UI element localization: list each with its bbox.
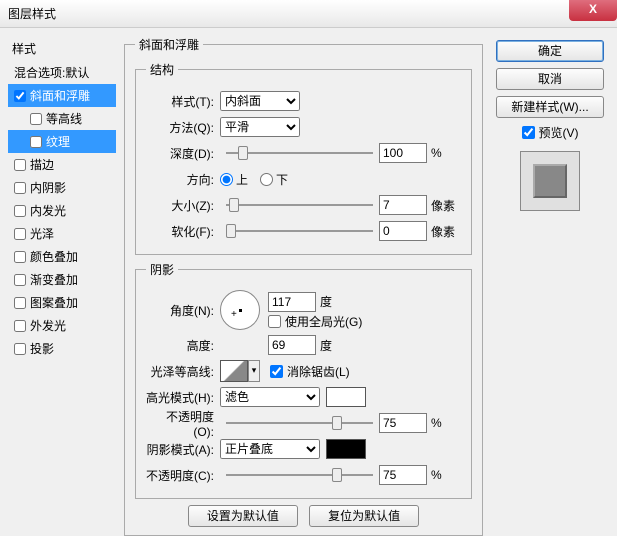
sidebar-item-6[interactable]: 内发光: [8, 199, 116, 222]
gloss-dropdown[interactable]: ▾: [248, 360, 260, 382]
reset-default-button[interactable]: 复位为默认值: [309, 505, 419, 527]
angle-dial[interactable]: +: [220, 290, 260, 330]
shadow-color-swatch[interactable]: [326, 439, 366, 459]
highlight-mode-label: 高光模式(H):: [146, 389, 220, 406]
style-label: 样式(T):: [146, 93, 220, 110]
soften-label: 软化(F):: [146, 223, 220, 240]
global-light-checkbox[interactable]: 使用全局光(G): [268, 313, 362, 330]
close-button[interactable]: X: [569, 0, 617, 21]
sidebar-item-2[interactable]: 等高线: [8, 107, 116, 130]
sidebar-item-12[interactable]: 投影: [8, 337, 116, 360]
depth-input[interactable]: [379, 143, 427, 163]
sidebar-item-9[interactable]: 渐变叠加: [8, 268, 116, 291]
depth-slider[interactable]: [226, 144, 373, 162]
style-select[interactable]: 内斜面: [220, 91, 300, 111]
sh-opacity-input[interactable]: [379, 465, 427, 485]
dir-down-radio[interactable]: 下: [260, 171, 288, 188]
sh-opacity-slider[interactable]: [226, 466, 373, 484]
sidebar-item-7[interactable]: 光泽: [8, 222, 116, 245]
direction-label: 方向:: [146, 171, 220, 188]
shadow-group: 阴影 角度(N): + 度 使用全局光(G) 高度:: [135, 261, 472, 499]
hi-opacity-label: 不透明度(O):: [146, 408, 220, 439]
sidebar-item-5[interactable]: 内阴影: [8, 176, 116, 199]
preview-checkbox[interactable]: 预览(V): [522, 124, 579, 141]
depth-label: 深度(D):: [146, 145, 220, 162]
set-default-button[interactable]: 设置为默认值: [188, 505, 298, 527]
highlight-mode-select[interactable]: 滤色: [220, 387, 320, 407]
size-slider[interactable]: [226, 196, 373, 214]
angle-input[interactable]: [268, 292, 316, 312]
sidebar-item-8[interactable]: 颜色叠加: [8, 245, 116, 268]
sh-opacity-label: 不透明度(C):: [146, 467, 220, 484]
bevel-legend: 斜面和浮雕: [135, 36, 203, 53]
bevel-group: 斜面和浮雕 结构 样式(T): 内斜面 方法(Q): 平滑 深度(D): %: [124, 36, 483, 536]
sidebar-item-4[interactable]: 描边: [8, 153, 116, 176]
altitude-input[interactable]: [268, 335, 316, 355]
method-select[interactable]: 平滑: [220, 117, 300, 137]
angle-label: 角度(N):: [146, 302, 220, 319]
new-style-button[interactable]: 新建样式(W)...: [496, 96, 604, 118]
hi-opacity-input[interactable]: [379, 413, 427, 433]
sidebar-item-11[interactable]: 外发光: [8, 314, 116, 337]
cancel-button[interactable]: 取消: [496, 68, 604, 90]
sidebar-item-10[interactable]: 图案叠加: [8, 291, 116, 314]
soften-input[interactable]: [379, 221, 427, 241]
shadow-mode-label: 阴影模式(A):: [146, 441, 220, 458]
size-input[interactable]: [379, 195, 427, 215]
size-label: 大小(Z):: [146, 197, 220, 214]
gloss-contour[interactable]: [220, 360, 248, 382]
sidebar-item-3[interactable]: 纹理: [8, 130, 116, 153]
gloss-label: 光泽等高线:: [146, 363, 220, 380]
sidebar-item-0[interactable]: 混合选项:默认: [8, 61, 116, 84]
structure-group: 结构 样式(T): 内斜面 方法(Q): 平滑 深度(D): % 方向:: [135, 61, 472, 255]
method-label: 方法(Q):: [146, 119, 220, 136]
ok-button[interactable]: 确定: [496, 40, 604, 62]
soften-slider[interactable]: [226, 222, 373, 240]
window-title: 图层样式: [8, 5, 56, 22]
altitude-label: 高度:: [146, 337, 220, 354]
antialias-checkbox[interactable]: 消除锯齿(L): [270, 363, 350, 380]
sidebar-header: 样式: [8, 36, 116, 61]
highlight-color-swatch[interactable]: [326, 387, 366, 407]
shadow-mode-select[interactable]: 正片叠底: [220, 439, 320, 459]
styles-sidebar: 样式 混合选项:默认斜面和浮雕等高线纹理描边内阴影内发光光泽颜色叠加渐变叠加图案…: [8, 36, 116, 499]
hi-opacity-slider[interactable]: [226, 414, 373, 432]
dir-up-radio[interactable]: 上: [220, 171, 248, 188]
preview-thumbnail: [520, 151, 580, 211]
sidebar-item-1[interactable]: 斜面和浮雕: [8, 84, 116, 107]
